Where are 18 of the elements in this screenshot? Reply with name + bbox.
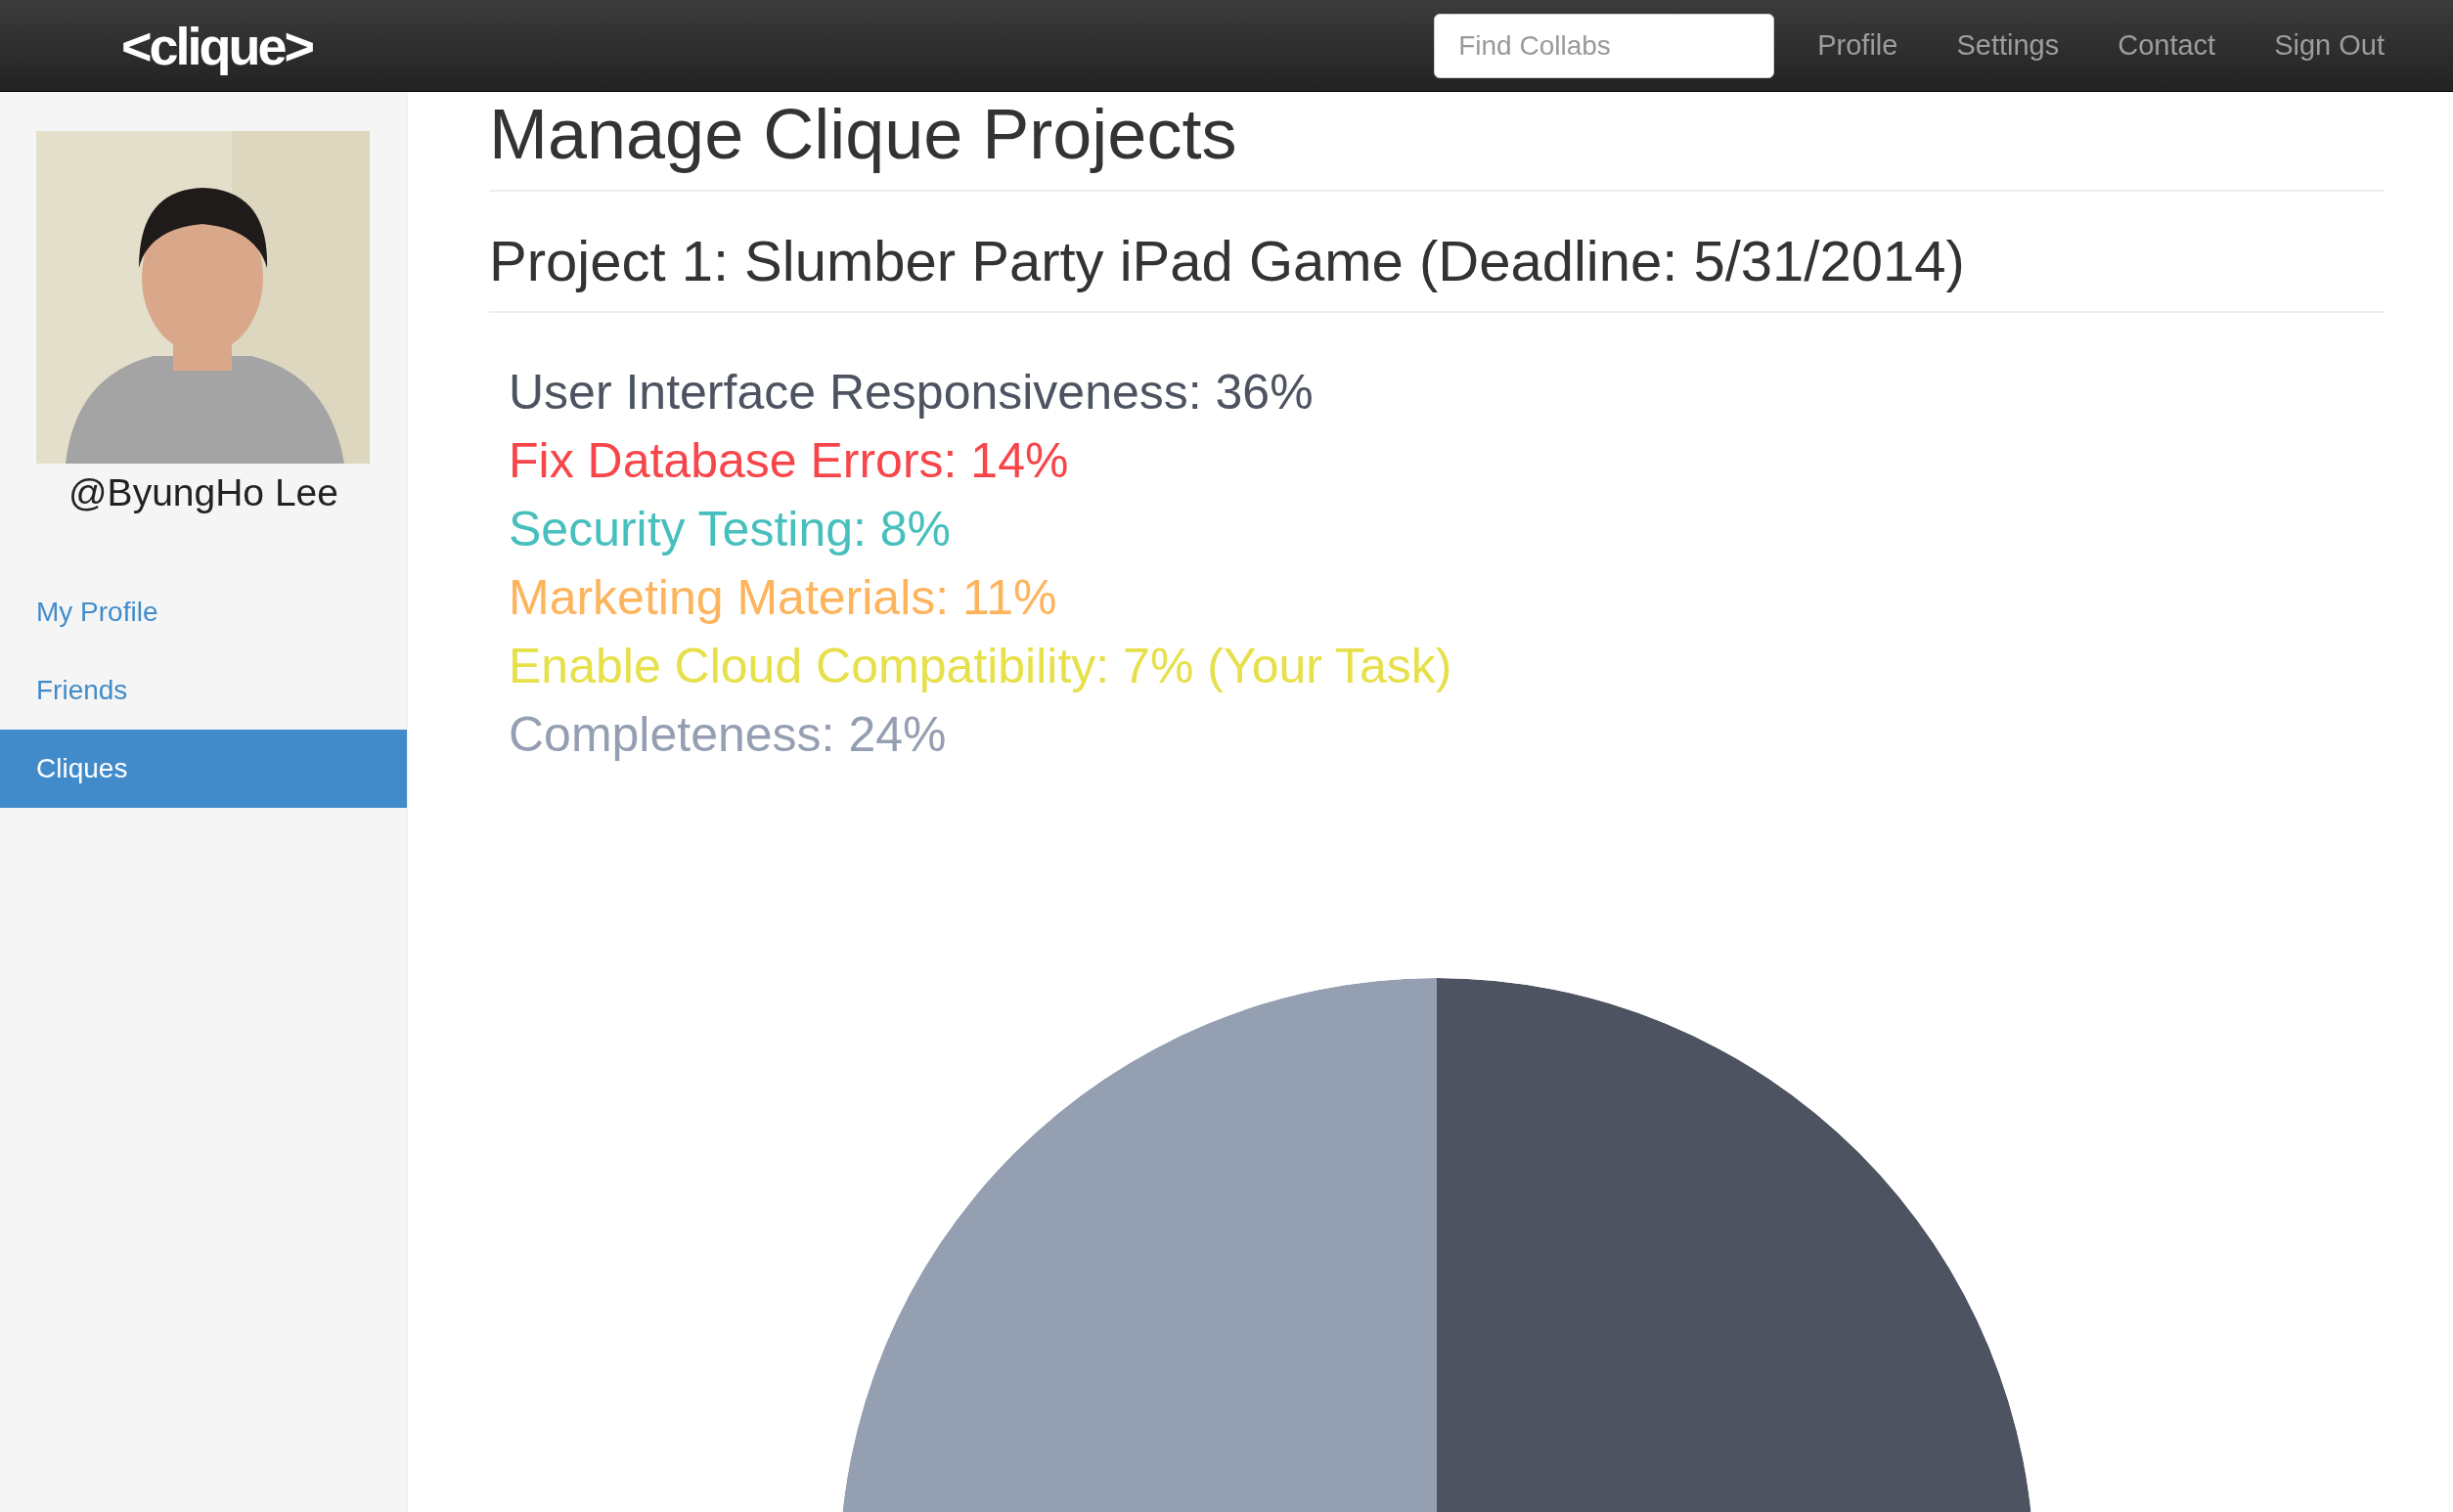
nav-link[interactable]: Profile bbox=[1788, 29, 1928, 62]
sidebar-item[interactable]: Friends bbox=[0, 651, 407, 730]
nav-link[interactable]: Sign Out bbox=[2245, 29, 2414, 62]
legend-item: Security Testing: 8% bbox=[509, 501, 953, 558]
logo[interactable]: <clique> bbox=[121, 15, 313, 76]
search-field[interactable]: Find Collabs bbox=[1434, 13, 1775, 78]
nav-link[interactable]: Contact bbox=[2088, 29, 2246, 62]
page-title: Manage Clique Projects bbox=[489, 92, 2385, 193]
legend-item: User Interface Responsiveness: 36% bbox=[509, 364, 1315, 422]
legend-item: Completeness: 24% bbox=[509, 706, 948, 764]
project-title: Project 1: Slumber Party iPad Game (Deadline: 5/31/2014) bbox=[489, 192, 2385, 313]
username: @ByungHo Lee bbox=[67, 471, 339, 514]
legend-item: Marketing Materials: 11% bbox=[509, 569, 1058, 627]
legend-item: Fix Database Errors: 14% bbox=[509, 432, 1070, 490]
nav-link[interactable]: Settings bbox=[1927, 29, 2089, 62]
legend-item: Enable Cloud Compatibility: 7% (Your Task) bbox=[509, 638, 1453, 695]
sidebar-item[interactable]: Cliques bbox=[0, 730, 407, 808]
sidebar-item[interactable]: My Profile bbox=[0, 573, 407, 651]
